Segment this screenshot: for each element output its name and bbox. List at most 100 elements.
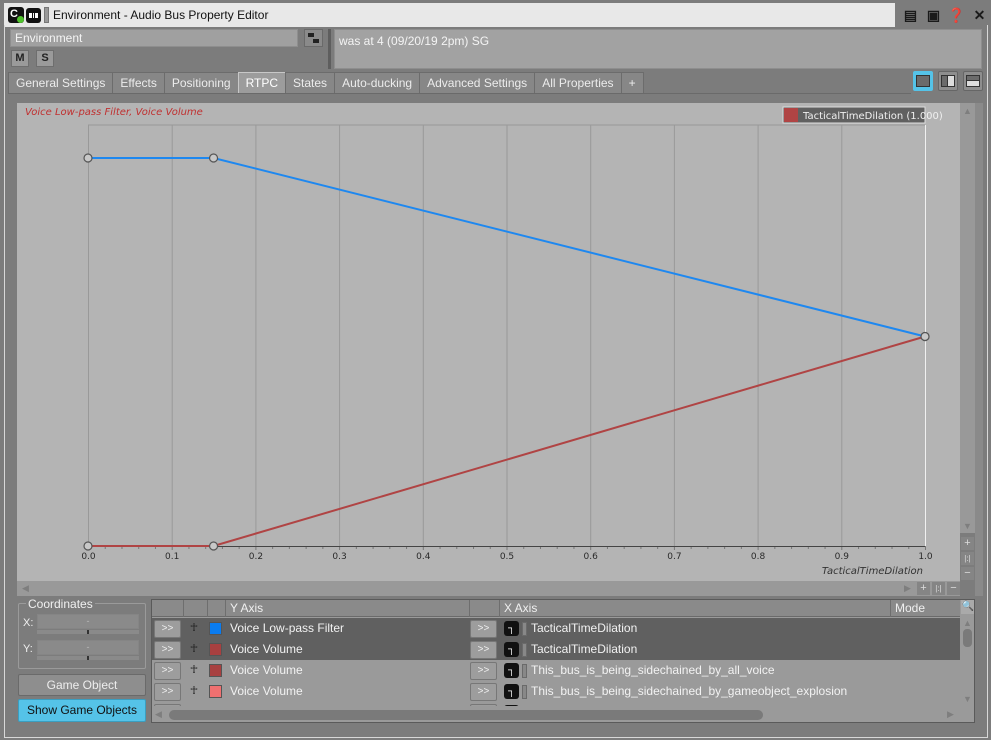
layout-single-button[interactable] bbox=[913, 71, 933, 91]
horizontal-zoom-fit-button[interactable]: |:| bbox=[932, 582, 945, 595]
column-header-x-axis[interactable]: X Axis bbox=[499, 600, 890, 617]
pin-icon[interactable]: ☥ bbox=[189, 685, 199, 698]
rtpc-graph-panel[interactable]: Voice Low-pass Filter, Voice Volume Tact… bbox=[17, 103, 960, 581]
x-axis-cell[interactable]: TacticalTimeDilation bbox=[531, 618, 637, 639]
parameter-browse-handle[interactable] bbox=[522, 643, 527, 657]
vertical-zoom-out-button[interactable]: − bbox=[961, 567, 974, 580]
go-to-x-axis-button[interactable]: >> bbox=[470, 662, 497, 680]
game-parameter-icon: ┐ bbox=[504, 642, 519, 657]
y-axis-cell[interactable]: Voice Low-pass Filter bbox=[230, 618, 344, 639]
open-folder-icon[interactable]: ▤ bbox=[902, 7, 920, 24]
search-icon[interactable]: 🔍 bbox=[961, 600, 974, 614]
table-row[interactable]: >> ☥ Voice Volume >> ┐ This_bus_is_being_side… bbox=[152, 681, 960, 702]
go-to-x-axis-button[interactable]: >> bbox=[470, 683, 497, 701]
y-coord-slider[interactable] bbox=[37, 656, 139, 660]
curve-control-point[interactable] bbox=[83, 153, 93, 163]
x-axis-cell[interactable]: TacticalTimeDilation bbox=[531, 639, 637, 660]
close-icon[interactable]: ✕ bbox=[971, 7, 989, 24]
scroll-up-icon[interactable]: ▲ bbox=[963, 618, 972, 628]
go-to-x-axis-button[interactable]: >> bbox=[470, 641, 497, 659]
layout-split-vertical-button[interactable] bbox=[938, 71, 958, 91]
graph-vertical-scrollbar[interactable]: ▲ ▼ bbox=[960, 103, 975, 533]
x-axis-cell[interactable]: This_bus_is_being_sidechained_by_gameobj… bbox=[531, 681, 847, 702]
y-axis-cell[interactable]: Voice Volume bbox=[230, 681, 303, 702]
x-coord-slider[interactable] bbox=[37, 630, 139, 634]
parameter-browse-handle[interactable] bbox=[522, 664, 527, 678]
scroll-up-icon[interactable]: ▲ bbox=[963, 106, 972, 116]
x-axis-cell[interactable]: This_bus_is_being_sidechained_by_all_voi… bbox=[531, 660, 775, 681]
column-header-color[interactable] bbox=[207, 600, 225, 617]
column-header-y-axis[interactable]: Y Axis bbox=[225, 600, 469, 617]
save-icon[interactable]: ▣ bbox=[925, 7, 943, 24]
go-to-x-axis-button[interactable]: >> bbox=[470, 620, 497, 638]
column-header-mode[interactable]: Mode bbox=[890, 600, 960, 617]
notes-field[interactable]: was at 4 (09/20/19 2pm) SG bbox=[334, 29, 982, 69]
curve-color-swatch[interactable] bbox=[209, 643, 222, 656]
tab-all-properties[interactable]: All Properties bbox=[534, 72, 622, 94]
y-axis-cell[interactable]: Voice Volume bbox=[230, 660, 303, 681]
solo-button[interactable]: S bbox=[36, 50, 54, 67]
go-to-y-axis-button[interactable]: >> bbox=[154, 641, 181, 659]
window-title: Environment - Audio Bus Property Editor bbox=[53, 8, 269, 22]
x-coord-field[interactable]: - bbox=[37, 614, 139, 629]
scroll-down-icon[interactable]: ▼ bbox=[963, 694, 972, 704]
table-vertical-scroll-thumb[interactable] bbox=[963, 629, 972, 647]
vertical-zoom-fit-button[interactable]: |:| bbox=[961, 552, 974, 565]
tab-states[interactable]: States bbox=[285, 72, 336, 94]
tab-general-settings[interactable]: General Settings bbox=[8, 72, 114, 94]
curve-control-point[interactable] bbox=[208, 541, 219, 551]
tab-auto-ducking[interactable]: Auto-ducking bbox=[334, 72, 421, 94]
y-coord-field[interactable]: - bbox=[37, 640, 139, 655]
graph-horizontal-scrollbar[interactable]: ◀ ▶ bbox=[17, 581, 960, 596]
scroll-right-icon[interactable]: ▶ bbox=[947, 709, 954, 720]
coordinates-title: Coordinates bbox=[26, 597, 95, 611]
pin-icon[interactable]: ☥ bbox=[189, 643, 199, 656]
go-to-y-axis-button[interactable]: >> bbox=[154, 662, 181, 680]
game-object-explorer-button[interactable]: Game Object Explorer… bbox=[18, 674, 146, 712]
pin-icon[interactable]: ☥ bbox=[189, 622, 199, 635]
horizontal-zoom-in-button[interactable]: + bbox=[917, 582, 930, 595]
splitter[interactable] bbox=[328, 29, 331, 69]
go-to-y-axis-button[interactable]: >> bbox=[154, 683, 181, 701]
scroll-right-icon[interactable]: ▶ bbox=[904, 583, 911, 594]
column-header-go[interactable] bbox=[152, 600, 183, 617]
x-tick-label: 0.0 bbox=[81, 552, 96, 562]
curve-control-point[interactable] bbox=[208, 153, 219, 163]
curve-color-swatch[interactable] bbox=[209, 685, 222, 698]
scroll-left-icon[interactable]: ◀ bbox=[155, 709, 162, 720]
column-header-pin[interactable] bbox=[183, 600, 207, 617]
add-tab-button[interactable]: + bbox=[620, 72, 644, 94]
layout-split-horizontal-button[interactable] bbox=[963, 71, 983, 91]
show-in-hierarchy-button[interactable] bbox=[304, 29, 323, 47]
help-icon[interactable]: ❓ bbox=[948, 7, 966, 24]
pin-icon[interactable]: ☥ bbox=[189, 664, 199, 677]
curve-control-point[interactable] bbox=[83, 541, 93, 551]
pin-handle-icon[interactable] bbox=[44, 7, 49, 23]
mute-button[interactable]: M bbox=[11, 50, 29, 67]
curve-control-point[interactable] bbox=[920, 331, 930, 342]
go-to-y-axis-button[interactable]: >> bbox=[154, 620, 181, 638]
show-game-objects-button[interactable]: Show Game Objects bbox=[18, 699, 146, 722]
horizontal-zoom-out-button[interactable]: − bbox=[947, 582, 960, 595]
tab-positioning[interactable]: Positioning bbox=[163, 72, 239, 94]
tab-advanced-settings[interactable]: Advanced Settings bbox=[419, 72, 536, 94]
table-row[interactable]: >> ☥ Voice Volume >> ┐ This_bus_is_being_side… bbox=[152, 660, 960, 681]
column-header-go2[interactable] bbox=[469, 600, 499, 617]
table-horizontal-scroll-thumb[interactable] bbox=[169, 710, 763, 720]
tab-bar: General Settings Effects Positioning RTP… bbox=[8, 72, 644, 94]
object-name-field[interactable]: Environment bbox=[10, 29, 298, 47]
tab-effects[interactable]: Effects bbox=[112, 72, 165, 94]
curve-color-swatch[interactable] bbox=[209, 622, 222, 635]
table-row[interactable]: >> ☥ Voice Low-pass Filter >> ┐ TacticalTimeD… bbox=[152, 618, 960, 639]
parameter-browse-handle[interactable] bbox=[522, 685, 527, 699]
tab-rtpc[interactable]: RTPC bbox=[237, 72, 287, 94]
curve-color-swatch[interactable] bbox=[209, 664, 222, 677]
rtpc-graph[interactable]: Voice Low-pass Filter, Voice Volume Tact… bbox=[17, 103, 960, 581]
vertical-zoom-in-button[interactable]: + bbox=[961, 537, 974, 550]
scroll-down-icon[interactable]: ▼ bbox=[963, 521, 972, 531]
table-row[interactable]: >> ☥ Voice Volume >> ┐ TacticalTimeDilation bbox=[152, 639, 960, 660]
window-actions: ▤ ▣ ❓ ✕ bbox=[895, 3, 991, 27]
parameter-browse-handle[interactable] bbox=[522, 622, 527, 636]
y-axis-cell[interactable]: Voice Volume bbox=[230, 639, 303, 660]
scroll-left-icon[interactable]: ◀ bbox=[22, 583, 29, 594]
